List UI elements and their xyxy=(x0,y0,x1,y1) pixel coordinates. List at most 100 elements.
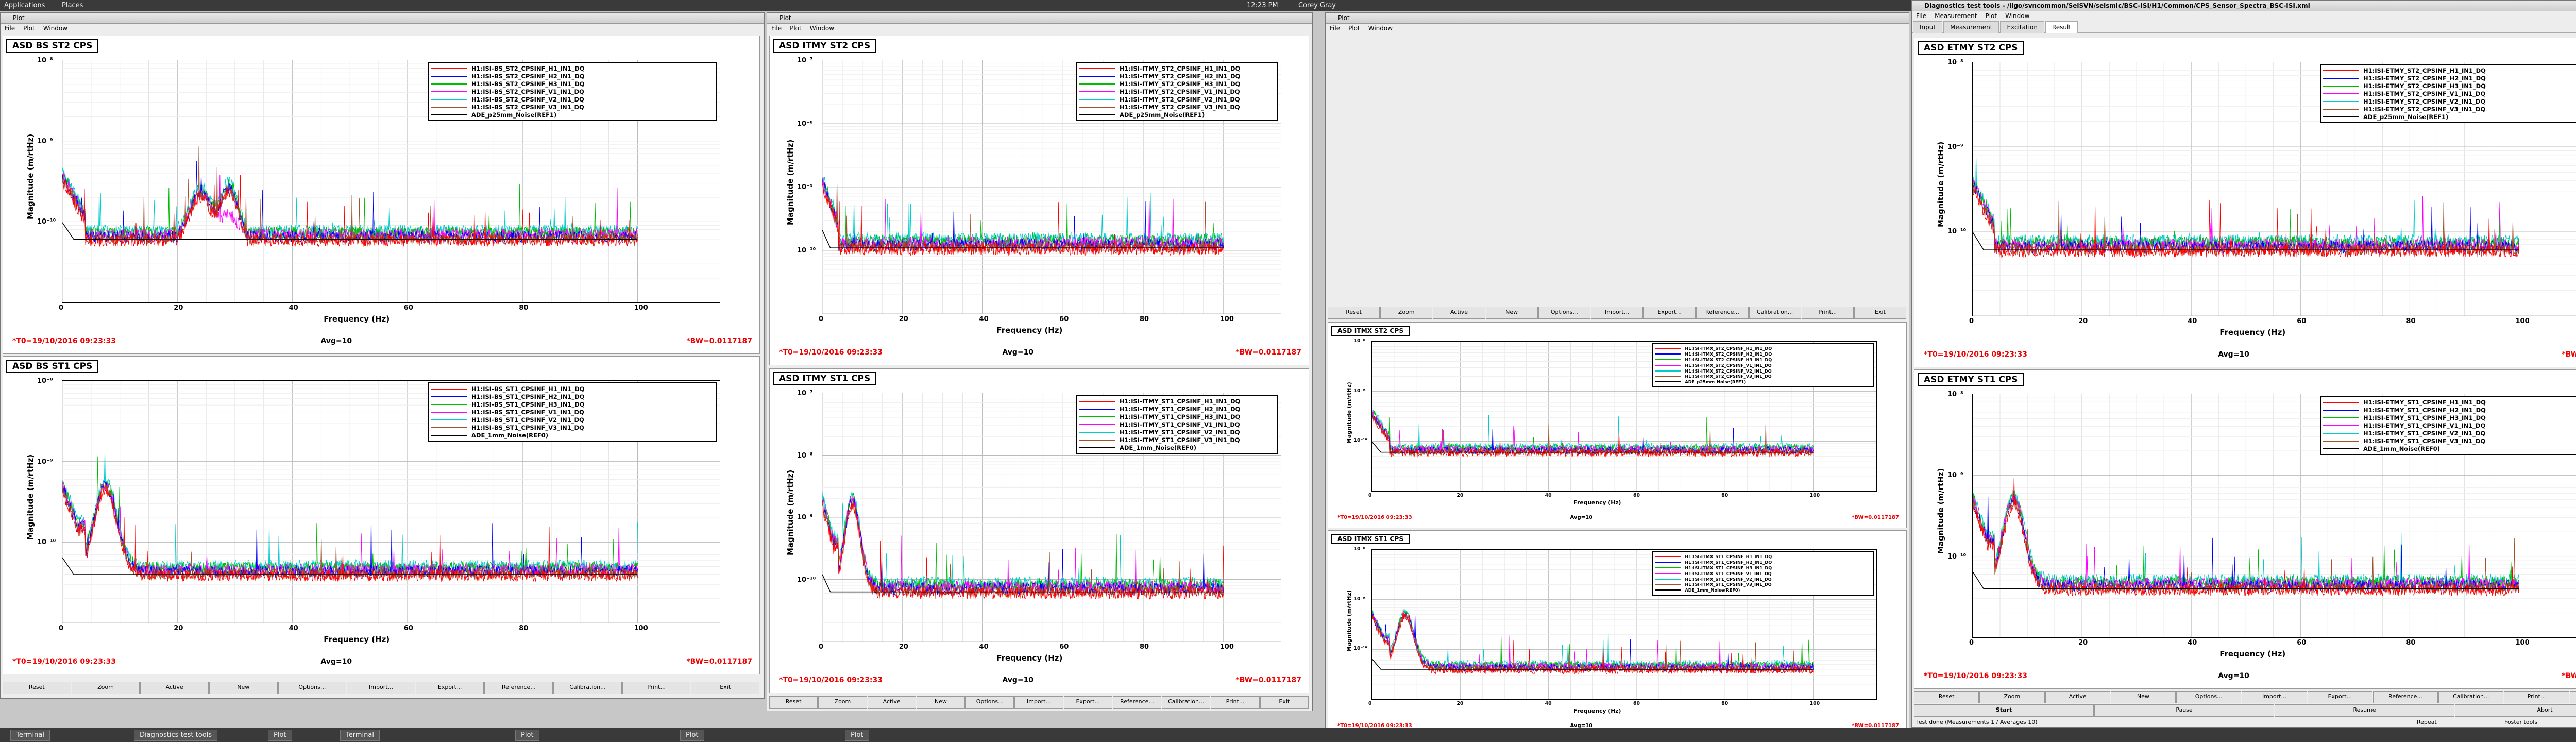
button-import[interactable]: Import... xyxy=(2242,691,2307,703)
window-title[interactable]: Plot xyxy=(767,13,1312,24)
t0-label: *T0=19/10/2016 09:23:33 xyxy=(779,676,883,684)
x-tick-label: 40 xyxy=(1545,701,1552,706)
legend-entry: H1:ISI-ITMY_ST2_CPSINF_V2_IN1_DQ xyxy=(1079,95,1275,103)
window-title[interactable]: Diagnostics test tools - /ligo/svncommon… xyxy=(1912,1,2576,11)
button-print[interactable]: Print... xyxy=(1801,307,1854,319)
legend-label: H1:ISI-BS_ST1_CPSINF_H2_IN1_DQ xyxy=(471,393,585,400)
button-reset[interactable]: Reset xyxy=(1328,307,1380,319)
legend-entry: H1:ISI-ITMX_ST1_CPSINF_V1_IN1_DQ xyxy=(1655,570,1871,576)
button-print[interactable]: Print... xyxy=(1211,696,1260,709)
button-reference[interactable]: Reference... xyxy=(1112,696,1162,709)
x-tick-label: 60 xyxy=(1059,643,1069,651)
button-calibration[interactable]: Calibration... xyxy=(1749,307,1801,319)
button-import[interactable]: Import... xyxy=(347,682,415,694)
taskbar-item[interactable]: Plot xyxy=(680,730,704,741)
button-reference[interactable]: Reference... xyxy=(1696,307,1749,319)
button-active[interactable]: Active xyxy=(2045,691,2110,703)
legend-entry: H1:ISI-BS_ST2_CPSINF_H3_IN1_DQ xyxy=(431,80,714,88)
taskbar-item[interactable]: Plot xyxy=(845,730,869,741)
button-new[interactable]: New xyxy=(1485,307,1538,319)
tab-result[interactable]: Result xyxy=(2045,21,2078,33)
button-exit[interactable]: Exit xyxy=(1854,307,1907,319)
button-reset[interactable]: Reset xyxy=(1914,691,1979,703)
taskbar-item[interactable]: Diagnostics test tools xyxy=(134,730,218,741)
start-button[interactable]: Start xyxy=(1914,704,2094,717)
legend-label: H1:ISI-ITMY_ST2_CPSINF_H1_IN1_DQ xyxy=(1120,64,1241,72)
menu-window[interactable]: Window xyxy=(806,25,838,32)
menu-plot[interactable]: Plot xyxy=(786,25,806,32)
button-exit[interactable]: Exit xyxy=(1260,696,1309,709)
legend-label: H1:ISI-ITMY_ST2_CPSINF_V1_IN1_DQ xyxy=(1120,88,1240,95)
button-active[interactable]: Active xyxy=(1433,307,1485,319)
x-tick-label: 40 xyxy=(289,625,298,632)
menu-file[interactable]: File xyxy=(767,25,786,32)
button-active[interactable]: Active xyxy=(140,682,209,694)
button-active[interactable]: Active xyxy=(867,696,916,709)
button-print[interactable]: Print... xyxy=(622,682,691,694)
button-exit[interactable]: Exit xyxy=(2569,691,2576,703)
button-zoom[interactable]: Zoom xyxy=(1979,691,2045,703)
taskbar-item[interactable]: Terminal xyxy=(10,730,50,741)
menu-file[interactable]: File xyxy=(1,25,19,32)
panel-title: ASD ITMX ST2 CPS xyxy=(1331,326,1410,336)
menu-plot[interactable]: Plot xyxy=(19,25,39,32)
button-export[interactable]: Export... xyxy=(1643,307,1696,319)
bw-label: *BW=0.0117187 xyxy=(686,657,752,666)
legend-swatch xyxy=(2323,417,2359,418)
taskbar-item[interactable]: Terminal xyxy=(340,730,380,741)
user-menu[interactable]: Corey Gray xyxy=(1298,2,1336,9)
resume-button[interactable]: Resume xyxy=(2275,704,2454,717)
button-calibration[interactable]: Calibration... xyxy=(553,682,622,694)
menu-window[interactable]: Window xyxy=(39,25,72,32)
legend-swatch xyxy=(1655,381,1681,383)
menu-plot[interactable]: Plot xyxy=(1344,25,1364,32)
button-reset[interactable]: Reset xyxy=(769,696,818,709)
menu-measurement[interactable]: Measurement xyxy=(1930,12,1981,20)
window-title[interactable]: Plot xyxy=(1326,13,1909,24)
button-new[interactable]: New xyxy=(916,696,965,709)
button-reset[interactable]: Reset xyxy=(3,682,71,694)
tab-excitation[interactable]: Excitation xyxy=(2000,21,2044,33)
applications-menu[interactable]: Applications xyxy=(4,2,45,9)
button-reference[interactable]: Reference... xyxy=(484,682,553,694)
window-title[interactable]: Plot xyxy=(1,13,764,24)
menu-file[interactable]: File xyxy=(1912,12,1930,20)
x-axis-label: Frequency (Hz) xyxy=(1573,707,1621,715)
button-exit[interactable]: Exit xyxy=(691,682,760,694)
button-reference[interactable]: Reference... xyxy=(2372,691,2438,703)
button-import[interactable]: Import... xyxy=(1014,696,1063,709)
abort-button[interactable]: Abort xyxy=(2455,704,2576,717)
button-export[interactable]: Export... xyxy=(1063,696,1112,709)
legend-entry: H1:ISI-ITMY_ST2_CPSINF_H2_IN1_DQ xyxy=(1079,72,1275,80)
button-options[interactable]: Options... xyxy=(278,682,347,694)
panel-itmx-st1: ASD ITMX ST1 CPS 0 20 40 60 80 100 10⁻⁸ 10⁻⁹ 10⁻¹… xyxy=(1328,530,1907,736)
button-zoom[interactable]: Zoom xyxy=(71,682,140,694)
button-options[interactable]: Options... xyxy=(2176,691,2242,703)
menu-file[interactable]: File xyxy=(1326,25,1344,32)
legend-swatch xyxy=(1655,562,1681,563)
legend-label: H1:ISI-BS_ST1_CPSINF_V1_IN1_DQ xyxy=(471,408,584,416)
button-export[interactable]: Export... xyxy=(2307,691,2372,703)
tab-measurement[interactable]: Measurement xyxy=(1943,21,1999,33)
button-new[interactable]: New xyxy=(2110,691,2176,703)
button-options[interactable]: Options... xyxy=(965,696,1014,709)
menu-window[interactable]: Window xyxy=(2001,12,2033,20)
menu-plot[interactable]: Plot xyxy=(1981,12,2001,20)
pause-button[interactable]: Pause xyxy=(2094,704,2274,717)
y-axis-label: Magnitude (m/rtHz) xyxy=(1936,468,1945,554)
places-menu[interactable]: Places xyxy=(62,2,83,9)
button-zoom[interactable]: Zoom xyxy=(1380,307,1433,319)
button-options[interactable]: Options... xyxy=(1538,307,1590,319)
button-export[interactable]: Export... xyxy=(415,682,484,694)
button-new[interactable]: New xyxy=(209,682,278,694)
button-print[interactable]: Print... xyxy=(2504,691,2569,703)
button-calibration[interactable]: Calibration... xyxy=(2438,691,2504,703)
button-zoom[interactable]: Zoom xyxy=(818,696,867,709)
button-import[interactable]: Import... xyxy=(1590,307,1643,319)
taskbar-item[interactable]: Plot xyxy=(515,730,539,741)
taskbar-item[interactable]: Plot xyxy=(268,730,292,741)
menu-window[interactable]: Window xyxy=(1364,25,1397,32)
tab-input[interactable]: Input xyxy=(1913,21,1943,33)
x-tick-label: 60 xyxy=(403,304,413,312)
button-calibration[interactable]: Calibration... xyxy=(1162,696,1211,709)
